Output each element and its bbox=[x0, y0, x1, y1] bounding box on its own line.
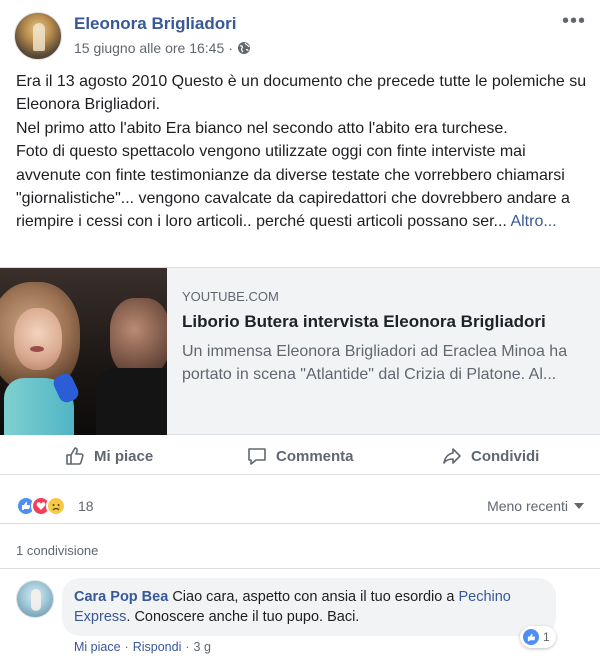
post-meta: 15 giugno alle ore 16:45 · bbox=[74, 40, 251, 56]
post-actions-bar: Mi piace Commenta Condividi bbox=[0, 441, 600, 475]
link-preview-card[interactable]: YOUTUBE.COM Liborio Butera intervista El… bbox=[0, 267, 600, 435]
comment-actions: Mi piace · Rispondi · 3 g bbox=[74, 640, 211, 654]
thumbnail-graphic bbox=[30, 346, 44, 352]
commenter-name[interactable]: Cara Pop Bea bbox=[74, 589, 168, 605]
commenter-avatar[interactable] bbox=[16, 580, 54, 618]
caret-down-icon bbox=[574, 503, 584, 509]
reactions-summary: 18 Meno recenti bbox=[0, 488, 600, 524]
comment-reaction-count: 1 bbox=[543, 630, 550, 644]
link-description: Un immensa Eleonora Brigliadori ad Eracl… bbox=[182, 343, 568, 383]
meta-separator: · bbox=[185, 640, 190, 654]
sort-label: Meno recenti bbox=[487, 498, 568, 514]
post-header: Eleonora Brigliadori 15 giugno alle ore … bbox=[0, 0, 600, 66]
post-text-fragment: Foto di questo spettacolo vengono utiliz… bbox=[16, 143, 570, 231]
post-text-line: Foto di questo spettacolo vengono utiliz… bbox=[16, 140, 588, 234]
author-avatar[interactable] bbox=[14, 12, 62, 60]
meta-separator: · bbox=[124, 640, 129, 654]
comment-text: Ciao cara, aspetto con ansia il tuo esor… bbox=[168, 589, 459, 605]
post-text-line: Era il 13 agosto 2010 Questo è un docume… bbox=[16, 73, 587, 114]
post-text-line: Nel primo atto l'abito Era bianco nel se… bbox=[16, 119, 508, 137]
thumbnail-graphic bbox=[14, 308, 62, 370]
comment-text: . Conoscere anche il tuo pupo. Baci. bbox=[126, 609, 360, 625]
post-text: Era il 13 agosto 2010 Questo è un docume… bbox=[16, 70, 588, 234]
like-icon bbox=[523, 629, 539, 645]
more-options-icon[interactable]: ••• bbox=[562, 11, 586, 31]
share-label: Condividi bbox=[471, 447, 540, 465]
meta-separator: · bbox=[228, 40, 233, 56]
link-title[interactable]: Liborio Butera intervista Eleonora Brigl… bbox=[182, 310, 587, 334]
see-more-link[interactable]: Altro... bbox=[510, 213, 556, 230]
thumbs-up-icon bbox=[66, 447, 84, 465]
comment-label: Commenta bbox=[276, 447, 354, 465]
comment-sort-dropdown[interactable]: Meno recenti bbox=[487, 498, 584, 514]
like-button[interactable]: Mi piace bbox=[64, 445, 153, 467]
comment-icon bbox=[248, 448, 266, 465]
author-name[interactable]: Eleonora Brigliadori bbox=[74, 14, 236, 34]
comment-button[interactable]: Commenta bbox=[246, 445, 354, 467]
sad-icon bbox=[46, 496, 66, 516]
reaction-count[interactable]: 18 bbox=[78, 498, 94, 514]
comment-like-link[interactable]: Mi piace bbox=[74, 640, 121, 654]
post-timestamp[interactable]: 15 giugno alle ore 16:45 bbox=[74, 40, 224, 56]
thumbnail-graphic bbox=[96, 368, 167, 435]
share-count[interactable]: 1 condivisione bbox=[16, 543, 98, 558]
comment-bubble: Cara Pop Bea Ciao cara, aspetto con ansi… bbox=[62, 578, 556, 636]
comment-reply-link[interactable]: Rispondi bbox=[133, 640, 182, 654]
share-icon bbox=[443, 448, 461, 464]
share-button[interactable]: Condividi bbox=[441, 445, 539, 467]
comment-reaction-badge[interactable]: 1 bbox=[520, 626, 556, 648]
video-thumbnail[interactable] bbox=[0, 268, 167, 435]
globe-icon[interactable] bbox=[237, 41, 251, 55]
thumbnail-graphic bbox=[110, 298, 167, 376]
like-label: Mi piace bbox=[94, 447, 154, 465]
reaction-icons[interactable] bbox=[16, 496, 66, 516]
link-card-body: YOUTUBE.COM Liborio Butera intervista El… bbox=[182, 289, 587, 386]
comment-time[interactable]: 3 g bbox=[194, 640, 211, 654]
divider bbox=[0, 568, 600, 569]
link-domain: YOUTUBE.COM bbox=[182, 289, 279, 304]
